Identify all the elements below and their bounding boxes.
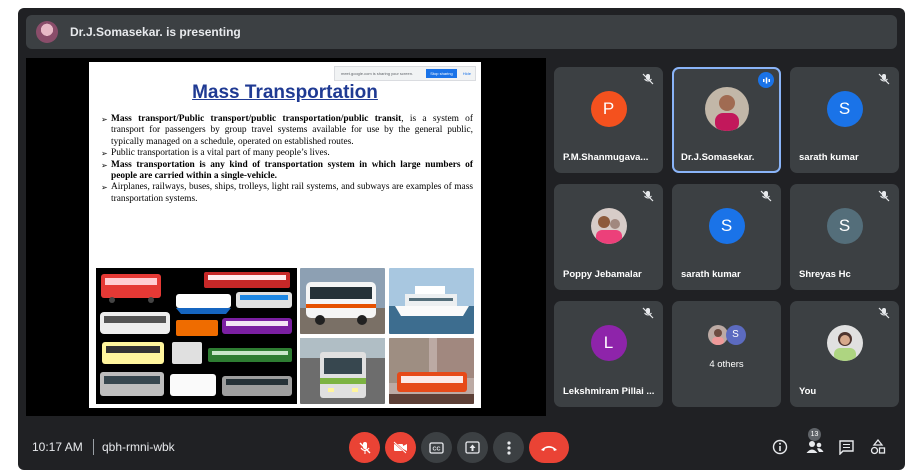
presentation-stage[interactable]: meet.google.com is sharing your screen. …	[26, 58, 546, 416]
presenting-banner: Dr.J.Somasekar. is presenting	[26, 15, 897, 49]
others-avatars: S	[707, 324, 746, 345]
participant-tile[interactable]: S sarath kumar	[672, 184, 781, 290]
mic-off-icon	[760, 190, 772, 202]
presenter-avatar	[36, 21, 58, 43]
mic-off-icon	[642, 307, 654, 319]
tram-photo	[389, 338, 474, 404]
participant-tile[interactable]: S Shreyas Hc	[790, 184, 899, 290]
activities-icon	[870, 439, 886, 455]
participant-name: Lekshmiram Pillai ...	[563, 386, 655, 397]
participant-tile-speaking[interactable]: Dr.J.Somasekar.	[672, 67, 781, 173]
participant-photo	[704, 87, 749, 132]
train-photo	[300, 338, 385, 404]
mic-off-icon	[878, 307, 890, 319]
presenting-label: Dr.J.Somasekar. is presenting	[70, 25, 241, 39]
more-options-button[interactable]	[493, 432, 524, 463]
participant-name: sarath kumar	[681, 269, 741, 280]
captions-icon: CC	[429, 441, 444, 454]
participant-grid: P P.M.Shanmugava... Dr.J.Somasekar. S sa…	[554, 67, 899, 410]
participant-name: Poppy Jebamalar	[563, 269, 642, 280]
bullet-3-end: .	[274, 171, 277, 182]
mic-off-icon	[878, 190, 890, 202]
camera-toggle-button[interactable]	[385, 432, 416, 463]
participant-tile[interactable]: L Lekshmiram Pillai ...	[554, 301, 663, 407]
stop-sharing-button[interactable]: Stop sharing	[426, 69, 457, 78]
bullet-4: Airplanes, railways, buses, ships, troll…	[101, 182, 473, 205]
self-photo	[826, 325, 863, 362]
bus-photo	[300, 268, 385, 334]
other-avatar-initial: S	[725, 324, 746, 345]
participant-name: Shreyas Hc	[799, 269, 851, 280]
meeting-code: qbh-rmni-wbk	[102, 440, 175, 454]
participant-initial: S	[826, 91, 863, 128]
mic-off-icon	[642, 73, 654, 85]
camera-off-icon	[393, 441, 407, 454]
slide-title: Mass Transportation	[192, 82, 378, 103]
other-avatar-photo	[707, 324, 728, 345]
vehicle-illustrations	[96, 268, 297, 404]
bullet-3-bold: Mass transportation is any kind of trans…	[111, 159, 473, 182]
participant-photo	[590, 208, 627, 245]
participant-initial: P	[590, 91, 627, 128]
meet-window: Dr.J.Somasekar. is presenting meet.googl…	[18, 8, 905, 470]
clock-time: 10:17 AM	[32, 440, 83, 454]
participant-initial: L	[590, 325, 627, 362]
svg-text:CC: CC	[433, 446, 441, 452]
more-vert-icon	[506, 440, 511, 455]
bullet-3: Mass transportation is any kind of trans…	[101, 160, 473, 183]
people-button[interactable]	[805, 437, 825, 457]
mic-toggle-button[interactable]	[349, 432, 380, 463]
hide-button[interactable]: Hide	[459, 71, 475, 76]
participant-tile[interactable]: Poppy Jebamalar	[554, 184, 663, 290]
present-icon	[465, 441, 480, 454]
participant-name: Dr.J.Somasekar.	[681, 152, 755, 163]
participant-tile[interactable]: P P.M.Shanmugava...	[554, 67, 663, 173]
bullet-2: Public transportation is a vital part of…	[101, 148, 473, 160]
participant-name: P.M.Shanmugava...	[563, 152, 649, 163]
present-button[interactable]	[457, 432, 488, 463]
bottom-bar: 10:17 AM qbh-rmni-wbk CC 13	[18, 424, 905, 470]
activities-button[interactable]	[868, 437, 888, 457]
meeting-info-button[interactable]	[770, 437, 790, 457]
share-notice-text: meet.google.com is sharing your screen.	[341, 71, 414, 76]
chat-icon	[838, 439, 854, 455]
slide-bullets: Mass transport/Public transport/public t…	[101, 114, 473, 205]
vehicle-photos	[300, 268, 474, 404]
captions-button[interactable]: CC	[421, 432, 452, 463]
self-tile[interactable]: You	[790, 301, 899, 407]
leave-call-button[interactable]	[529, 432, 569, 463]
mic-off-icon	[359, 441, 370, 454]
ship-photo	[389, 268, 474, 334]
bullet-1: Mass transport/Public transport/public t…	[101, 114, 473, 148]
participant-tile[interactable]: S sarath kumar	[790, 67, 899, 173]
divider	[93, 439, 94, 455]
shared-slide: meet.google.com is sharing your screen. …	[89, 62, 481, 408]
chat-button[interactable]	[836, 437, 856, 457]
hangup-icon	[541, 445, 557, 451]
people-icon	[806, 441, 824, 453]
participant-name: sarath kumar	[799, 152, 859, 163]
screen-share-notice: meet.google.com is sharing your screen. …	[334, 66, 476, 81]
bullet-1-bold: Mass transport/Public transport/public t…	[111, 114, 402, 124]
participant-initial: S	[708, 208, 745, 245]
mic-off-icon	[878, 73, 890, 85]
others-count-label: 4 others	[709, 359, 744, 370]
info-icon	[772, 439, 788, 455]
mic-off-icon	[642, 190, 654, 202]
speaking-indicator-icon	[758, 72, 774, 88]
others-tile[interactable]: S 4 others	[672, 301, 781, 407]
participant-name: You	[799, 386, 817, 397]
participant-initial: S	[826, 208, 863, 245]
